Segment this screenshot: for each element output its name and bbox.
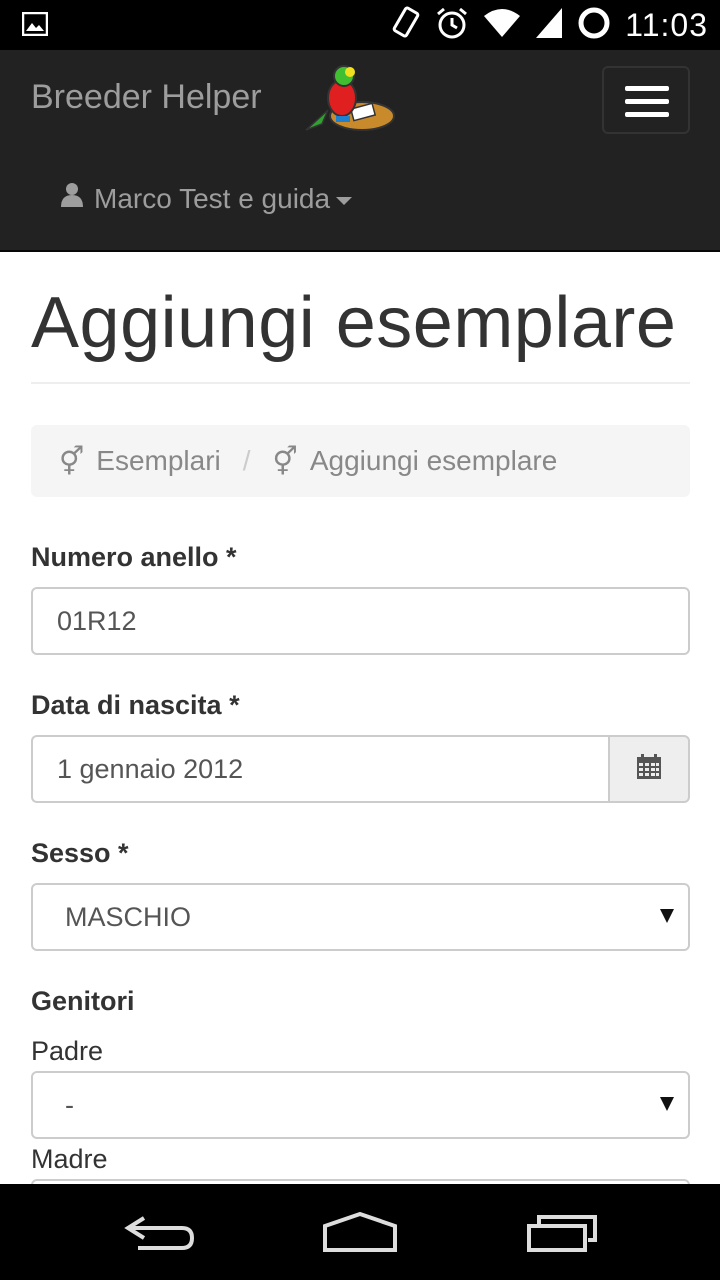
system-nav-bar [0, 1184, 720, 1280]
hamburger-bar [625, 99, 669, 104]
status-bar: 11:03 [0, 0, 720, 50]
main-content: Aggiungi esemplare ⚥ Esemplari / ⚥ Aggiu… [0, 252, 720, 1184]
caret-down-icon [336, 196, 353, 205]
signal-icon [535, 7, 563, 44]
dropdown-arrow-icon [660, 909, 674, 923]
home-icon[interactable] [322, 1211, 398, 1257]
father-select[interactable]: - [31, 1071, 690, 1139]
breadcrumb-item-current: ⚥ Aggiungi esemplare [273, 445, 558, 478]
navbar: Breeder Helper Marco Test e guida [0, 50, 720, 252]
father-label: Padre [31, 1036, 104, 1066]
breadcrumb-separator: / [242, 445, 251, 476]
sex-select-value: MASCHIO [65, 901, 192, 932]
calendar-icon [636, 753, 662, 785]
user-icon [60, 182, 84, 215]
sync-icon [577, 6, 611, 45]
vibrate-icon [391, 5, 421, 45]
birth-date-input[interactable]: 1 gennaio 2012 [31, 735, 608, 803]
breadcrumb-label: Esemplari [96, 445, 221, 476]
ring-number-input[interactable]: 01R12 [31, 587, 690, 655]
mother-label: Madre [31, 1144, 108, 1174]
birth-date-label: Data di nascita * [31, 690, 240, 720]
hamburger-bar [625, 112, 669, 117]
ring-number-label: Numero anello * [31, 542, 237, 572]
recents-icon[interactable] [526, 1212, 598, 1257]
hamburger-icon [625, 86, 669, 91]
alarm-icon [435, 6, 469, 45]
parrot-logo [300, 58, 400, 149]
sex-select[interactable]: MASCHIO [31, 883, 690, 951]
gender-icon: ⚥ [272, 445, 298, 477]
user-menu-dropdown[interactable]: Marco Test e guida [60, 182, 353, 215]
breadcrumb-item-esemplari[interactable]: ⚥ Esemplari [59, 445, 221, 478]
divider [31, 382, 690, 384]
user-menu-label: Marco Test e guida [94, 182, 331, 214]
dropdown-arrow-icon [660, 1097, 674, 1111]
wifi-icon [483, 8, 521, 43]
breadcrumb: ⚥ Esemplari / ⚥ Aggiungi esemplare [31, 425, 690, 497]
sex-label: Sesso * [31, 838, 129, 868]
gender-icon: ⚥ [59, 445, 85, 477]
father-select-value: - [65, 1089, 74, 1120]
calendar-button[interactable] [608, 735, 690, 803]
breadcrumb-label: Aggiungi esemplare [309, 445, 558, 476]
clock: 11:03 [625, 6, 708, 43]
page-title: Aggiungi esemplare [31, 283, 677, 363]
image-icon [21, 11, 49, 41]
parents-label: Genitori [31, 986, 135, 1016]
menu-toggle-button[interactable] [602, 66, 690, 134]
back-icon[interactable] [124, 1212, 196, 1257]
brand-link[interactable]: Breeder Helper [31, 78, 262, 117]
birth-date-group: 1 gennaio 2012 [31, 735, 690, 803]
